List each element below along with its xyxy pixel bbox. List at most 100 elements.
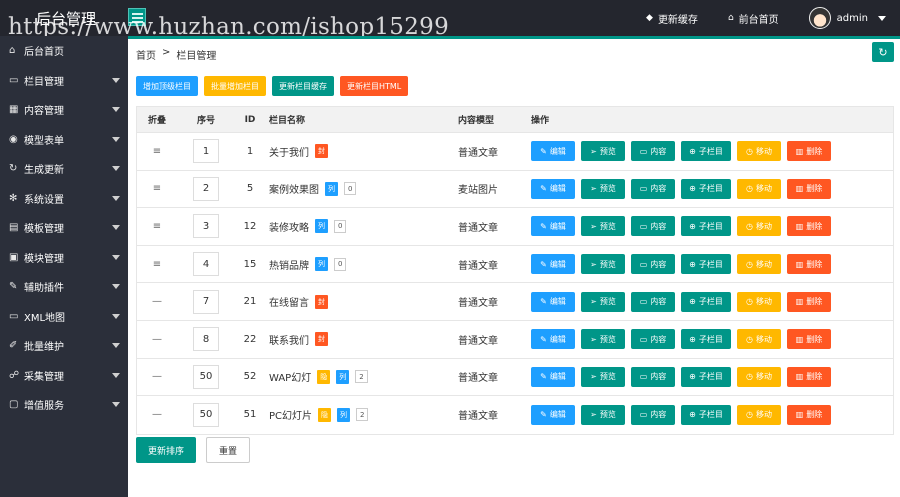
- user-menu[interactable]: admin: [808, 7, 886, 29]
- content-button[interactable]: ▭ 内容: [631, 329, 675, 350]
- content-button[interactable]: ▭ 内容: [631, 366, 675, 387]
- preview-button[interactable]: ➢ 预览: [581, 404, 625, 425]
- sub-column-button[interactable]: ⊕ 子栏目: [681, 216, 731, 237]
- edit-button[interactable]: ✎ 编辑: [531, 291, 575, 312]
- move-button[interactable]: ◷ 移动: [737, 254, 781, 275]
- sidebar-item[interactable]: ☍ 采集管理: [0, 361, 128, 391]
- column-name[interactable]: PC幻灯片: [269, 407, 312, 422]
- sort-input[interactable]: 8: [193, 327, 219, 352]
- move-button[interactable]: ◷ 移动: [737, 216, 781, 237]
- move-button[interactable]: ◷ 移动: [737, 329, 781, 350]
- chevron-down-icon: [878, 15, 886, 21]
- preview-button[interactable]: ➢ 预览: [581, 141, 625, 162]
- delete-button[interactable]: ▥ 删除: [787, 329, 831, 350]
- sidebar-item[interactable]: ▭ XML地图: [0, 302, 128, 332]
- sidebar-item[interactable]: ✻ 系统设置: [0, 184, 128, 214]
- sub-column-button[interactable]: ⊕ 子栏目: [681, 366, 731, 387]
- fold-toggle-icon[interactable]: ≡: [153, 183, 161, 194]
- fold-toggle-icon[interactable]: —: [152, 334, 162, 345]
- column-name[interactable]: 联系我们: [269, 332, 309, 347]
- delete-button[interactable]: ▥ 删除: [787, 216, 831, 237]
- sidebar-item[interactable]: ◉ 模型表单: [0, 125, 128, 155]
- edit-button[interactable]: ✎ 编辑: [531, 216, 575, 237]
- sidebar-item[interactable]: ⌂ 后台首页: [0, 36, 128, 66]
- edit-button[interactable]: ✎ 编辑: [531, 329, 575, 350]
- sort-input[interactable]: 4: [193, 252, 219, 277]
- content-button[interactable]: ▭ 内容: [631, 404, 675, 425]
- content-button[interactable]: ▭ 内容: [631, 254, 675, 275]
- content-button[interactable]: ▭ 内容: [631, 216, 675, 237]
- edit-button[interactable]: ✎ 编辑: [531, 254, 575, 275]
- sub-column-button[interactable]: ⊕ 子栏目: [681, 329, 731, 350]
- update-sort-button[interactable]: 更新排序: [136, 437, 197, 463]
- sidebar-item[interactable]: ▦ 内容管理: [0, 95, 128, 125]
- frontend-link[interactable]: ⌂ 前台首页: [728, 11, 779, 26]
- column-name[interactable]: 热销品牌: [269, 257, 309, 272]
- sub-column-button[interactable]: ⊕ 子栏目: [681, 254, 731, 275]
- delete-button[interactable]: ▥ 删除: [787, 366, 831, 387]
- sort-input[interactable]: 50: [193, 402, 219, 427]
- preview-button[interactable]: ➢ 预览: [581, 366, 625, 387]
- sort-input[interactable]: 3: [193, 214, 219, 239]
- sub-column-button[interactable]: ⊕ 子栏目: [681, 178, 731, 199]
- fold-toggle-icon[interactable]: —: [152, 371, 162, 382]
- column-name[interactable]: 案例效果图: [269, 181, 319, 196]
- move-button[interactable]: ◷ 移动: [737, 141, 781, 162]
- sort-input[interactable]: 50: [193, 364, 219, 389]
- sub-column-button[interactable]: ⊕ 子栏目: [681, 404, 731, 425]
- sidebar-item[interactable]: ▢ 增值服务: [0, 390, 128, 420]
- preview-button[interactable]: ➢ 预览: [581, 329, 625, 350]
- delete-button[interactable]: ▥ 删除: [787, 141, 831, 162]
- batch-add-column-button[interactable]: 批量增加栏目: [204, 76, 266, 96]
- column-name[interactable]: 关于我们: [269, 144, 309, 159]
- content-button[interactable]: ▭ 内容: [631, 178, 675, 199]
- fold-toggle-icon[interactable]: —: [152, 409, 162, 420]
- fold-toggle-icon[interactable]: ≡: [153, 221, 161, 232]
- sidebar-item[interactable]: ▣ 模块管理: [0, 243, 128, 273]
- sub-column-button[interactable]: ⊕ 子栏目: [681, 291, 731, 312]
- sidebar-item[interactable]: ✎ 辅助插件: [0, 272, 128, 302]
- edit-button[interactable]: ✎ 编辑: [531, 366, 575, 387]
- update-column-html-button[interactable]: 更新栏目HTML: [340, 76, 409, 96]
- move-button[interactable]: ◷ 移动: [737, 404, 781, 425]
- sidebar-item-label: 辅助插件: [24, 283, 64, 295]
- fold-toggle-icon[interactable]: ≡: [153, 259, 161, 270]
- delete-button[interactable]: ▥ 删除: [787, 254, 831, 275]
- breadcrumb-home[interactable]: 首页: [136, 47, 156, 62]
- sort-input[interactable]: 1: [193, 139, 219, 164]
- fold-toggle-icon[interactable]: —: [152, 296, 162, 307]
- sidebar-item[interactable]: ▭ 栏目管理: [0, 66, 128, 96]
- column-name[interactable]: WAP幻灯: [269, 369, 311, 384]
- monitor-icon: ▭: [9, 310, 19, 322]
- edit-button[interactable]: ✎ 编辑: [531, 141, 575, 162]
- move-button[interactable]: ◷ 移动: [737, 178, 781, 199]
- move-button[interactable]: ◷ 移动: [737, 366, 781, 387]
- sort-cell: 3: [177, 214, 235, 239]
- refresh-page-button[interactable]: ↻: [872, 42, 894, 62]
- sub-column-button[interactable]: ⊕ 子栏目: [681, 141, 731, 162]
- fold-toggle-icon[interactable]: ≡: [153, 146, 161, 157]
- preview-button[interactable]: ➢ 预览: [581, 254, 625, 275]
- preview-button[interactable]: ➢ 预览: [581, 291, 625, 312]
- move-button[interactable]: ◷ 移动: [737, 291, 781, 312]
- sort-input[interactable]: 7: [193, 289, 219, 314]
- column-name[interactable]: 装修攻略: [269, 219, 309, 234]
- sidebar-item[interactable]: ▤ 模板管理: [0, 213, 128, 243]
- preview-button[interactable]: ➢ 预览: [581, 216, 625, 237]
- refresh-cache-link[interactable]: ◆ 更新缓存: [646, 11, 698, 26]
- sidebar-item[interactable]: ✐ 批量维护: [0, 331, 128, 361]
- sidebar-item[interactable]: ↻ 生成更新: [0, 154, 128, 184]
- reset-button[interactable]: 重置: [206, 437, 251, 463]
- edit-button[interactable]: ✎ 编辑: [531, 178, 575, 199]
- delete-button[interactable]: ▥ 删除: [787, 178, 831, 199]
- sort-input[interactable]: 2: [193, 176, 219, 201]
- delete-button[interactable]: ▥ 删除: [787, 404, 831, 425]
- content-button[interactable]: ▭ 内容: [631, 141, 675, 162]
- edit-button[interactable]: ✎ 编辑: [531, 404, 575, 425]
- column-name[interactable]: 在线留言: [269, 294, 309, 309]
- delete-button[interactable]: ▥ 删除: [787, 291, 831, 312]
- add-top-column-button[interactable]: 增加顶级栏目: [136, 76, 198, 96]
- preview-button[interactable]: ➢ 预览: [581, 178, 625, 199]
- update-column-cache-button[interactable]: 更新栏目缓存: [272, 76, 334, 96]
- content-button[interactable]: ▭ 内容: [631, 291, 675, 312]
